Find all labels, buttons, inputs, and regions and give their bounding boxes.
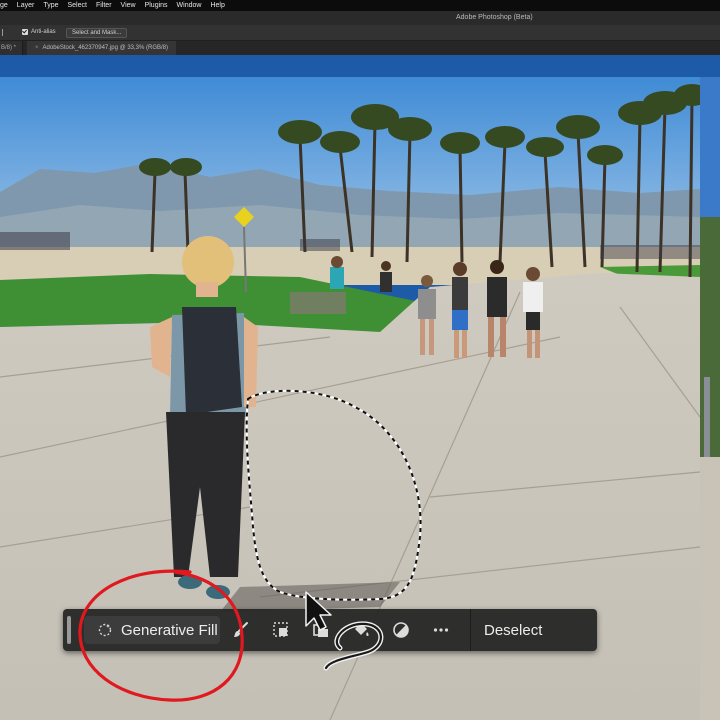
menu-select[interactable]: Select bbox=[68, 2, 87, 9]
app-title: Adobe Photoshop (Beta) bbox=[456, 14, 533, 21]
select-and-mask-button[interactable]: Select and Mask... bbox=[66, 28, 128, 38]
menu-filter[interactable]: Filter bbox=[96, 2, 112, 9]
menu-type[interactable]: Type bbox=[43, 2, 58, 9]
adjustment-circle-icon bbox=[392, 622, 409, 638]
deselect-button[interactable]: Deselect bbox=[471, 609, 554, 651]
fill-bucket-icon bbox=[354, 623, 369, 636]
close-tab-icon[interactable]: × bbox=[35, 45, 39, 51]
fill-button[interactable] bbox=[341, 613, 380, 647]
adjacent-photo-strip bbox=[700, 77, 720, 720]
contextual-task-bar: Generative Fill Deselect bbox=[63, 609, 597, 651]
menu-image[interactable]: ge bbox=[0, 2, 8, 9]
adjustment-button[interactable] bbox=[381, 613, 420, 647]
document-tab-label: AdobeStock_462370947.jpg @ 33,3% (RGB/8) bbox=[42, 45, 169, 51]
menu-view[interactable]: View bbox=[121, 2, 136, 9]
options-bar: Anti-alias Select and Mask... bbox=[0, 25, 720, 41]
more-options-button[interactable] bbox=[421, 613, 460, 647]
generative-fill-button[interactable]: Generative Fill bbox=[84, 616, 220, 644]
antialias-label: Anti-alias bbox=[31, 29, 56, 35]
menu-bar: ge Layer Type Select Filter View Plugins… bbox=[0, 0, 720, 11]
invert-selection-icon bbox=[312, 624, 328, 637]
generative-fill-icon bbox=[98, 623, 112, 637]
selection-mask-icon bbox=[272, 622, 288, 637]
menu-window[interactable]: Window bbox=[177, 2, 202, 9]
brush-icon bbox=[233, 622, 248, 637]
more-options-icon bbox=[433, 628, 448, 632]
options-separator bbox=[2, 29, 8, 36]
antialias-checkbox[interactable] bbox=[22, 29, 28, 35]
generative-fill-label: Generative Fill bbox=[121, 621, 218, 639]
selection-mask-button[interactable] bbox=[261, 613, 300, 647]
previous-document-tab[interactable]: B/8) * bbox=[0, 41, 24, 55]
active-document-tab[interactable]: × AdobeStock_462370947.jpg @ 33,3% (RGB/8… bbox=[27, 41, 177, 55]
brush-tool-button[interactable] bbox=[221, 613, 260, 647]
antialias-option[interactable]: Anti-alias bbox=[22, 29, 56, 35]
menu-plugins[interactable]: Plugins bbox=[145, 2, 168, 9]
deselect-label: Deselect bbox=[484, 621, 543, 639]
drag-handle[interactable] bbox=[67, 616, 71, 644]
document-tab-bar: B/8) * × AdobeStock_462370947.jpg @ 33,3%… bbox=[0, 41, 720, 55]
menu-layer[interactable]: Layer bbox=[17, 2, 35, 9]
title-bar: Adobe Photoshop (Beta) bbox=[0, 11, 720, 25]
invert-selection-button[interactable] bbox=[301, 613, 340, 647]
menu-help[interactable]: Help bbox=[210, 2, 224, 9]
